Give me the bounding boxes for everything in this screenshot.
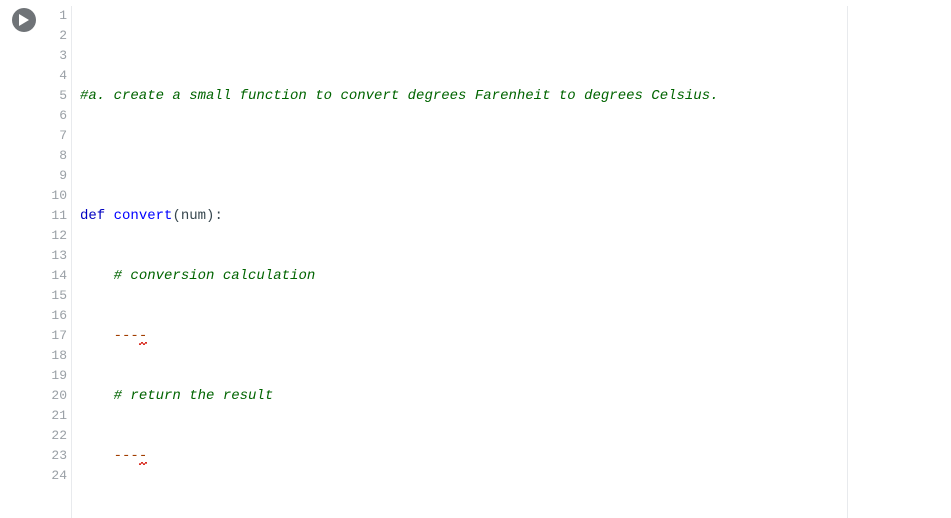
line-number: 11	[42, 206, 67, 226]
line-number: 13	[42, 246, 67, 266]
line-number: 18	[42, 346, 67, 366]
line-number: 9	[42, 166, 67, 186]
code-line[interactable]: #a. create a small function to convert d…	[80, 86, 912, 106]
line-number: 24	[42, 466, 67, 486]
code-cell: 123456789101112131415161718192021222324 …	[0, 0, 951, 518]
line-number: 22	[42, 426, 67, 446]
placeholder-text: -	[139, 328, 147, 344]
line-number: 8	[42, 146, 67, 166]
comment-text: #a. create a small function to convert d…	[80, 88, 719, 104]
code-line[interactable]: def convert(num):	[80, 206, 912, 226]
line-number: 3	[42, 46, 67, 66]
keyword-def: def	[80, 208, 105, 224]
line-number: 21	[42, 406, 67, 426]
code-line[interactable]: # conversion calculation	[80, 266, 912, 286]
comment-text: # conversion calculation	[114, 268, 316, 284]
play-icon	[19, 14, 29, 26]
code-line[interactable]	[80, 146, 912, 166]
line-number: 1	[42, 6, 67, 26]
line-number-gutter: 123456789101112131415161718192021222324	[42, 6, 72, 518]
line-number: 12	[42, 226, 67, 246]
placeholder-text: -	[139, 448, 147, 464]
code-line[interactable]: ----	[80, 446, 912, 466]
line-number: 19	[42, 366, 67, 386]
line-number: 7	[42, 126, 67, 146]
line-number: 10	[42, 186, 67, 206]
run-button-column	[6, 6, 42, 32]
code-area[interactable]: #a. create a small function to convert d…	[72, 6, 912, 518]
function-name: convert	[114, 208, 173, 224]
code-line[interactable]: # return the result	[80, 386, 912, 406]
line-number: 16	[42, 306, 67, 326]
line-number: 5	[42, 86, 67, 106]
line-number: 6	[42, 106, 67, 126]
code-line[interactable]	[80, 506, 912, 518]
params: (num):	[172, 208, 222, 224]
code-editor[interactable]: 123456789101112131415161718192021222324 …	[42, 6, 951, 518]
line-number: 4	[42, 66, 67, 86]
editor-right-ruler	[847, 6, 848, 518]
line-number: 15	[42, 286, 67, 306]
comment-text: # return the result	[114, 388, 274, 404]
line-number: 14	[42, 266, 67, 286]
line-number: 23	[42, 446, 67, 466]
code-line[interactable]: ----	[80, 326, 912, 346]
line-number: 2	[42, 26, 67, 46]
line-number: 20	[42, 386, 67, 406]
run-cell-button[interactable]	[12, 8, 36, 32]
line-number: 17	[42, 326, 67, 346]
